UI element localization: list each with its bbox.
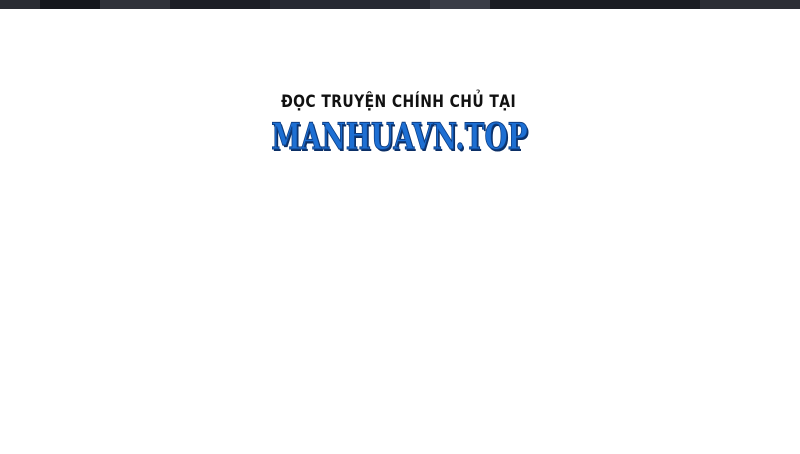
top-image-strip [0,0,800,9]
read-official-tagline: ĐỌC TRUYỆN CHÍNH CHỦ TẠI [281,92,517,112]
page: ĐỌC TRUYỆN CHÍNH CHỦ TẠI MANHUAVN.TOP [0,0,800,454]
site-logo-text: MANHUAVN.TOP [271,116,528,159]
